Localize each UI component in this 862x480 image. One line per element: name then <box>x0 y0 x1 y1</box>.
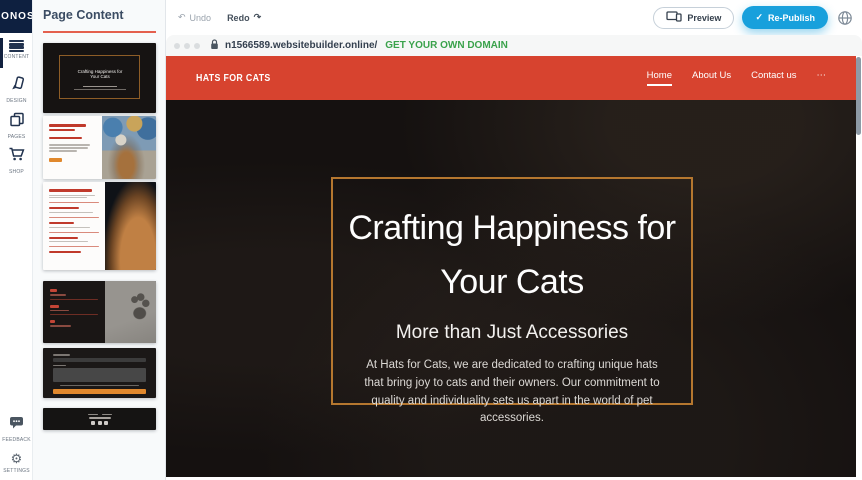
canvas-scrollbar[interactable] <box>856 57 861 135</box>
preview-button[interactable]: Preview <box>653 7 734 29</box>
sidebar-item-label: PAGES <box>8 134 26 140</box>
sidebar-item-label: FEEDBACK <box>2 437 31 443</box>
lock-icon <box>210 37 219 55</box>
republish-button[interactable]: ✓ Re-Publish <box>742 6 828 29</box>
panel-title-underline <box>43 31 156 33</box>
sidebar-item-label: CONTENT <box>4 54 30 60</box>
sidebar-item-pages[interactable]: PAGES <box>0 112 33 140</box>
site-url: n1566589.websitebuilder.online/ <box>225 40 377 51</box>
ionos-logo: IONOS <box>0 0 32 33</box>
settings-gear-icon: ⚙ <box>11 452 23 466</box>
panel-title: Page Content <box>43 8 124 22</box>
mini-hero-border: Crafting Happiness for Your Cats <box>59 55 140 99</box>
mini-hero-body-bar <box>74 89 126 90</box>
language-globe-icon[interactable] <box>836 9 854 27</box>
main-sidebar: IONOS CONTENT DESIGN PAGES <box>0 0 33 480</box>
section-thumbnail-contact-form[interactable] <box>43 348 156 398</box>
shop-cart-icon <box>8 146 25 167</box>
sidebar-item-shop[interactable]: SHOP <box>0 146 33 175</box>
section-thumbnail-collection[interactable] <box>43 182 156 270</box>
sidebar-item-label: SHOP <box>9 169 24 175</box>
check-icon: ✓ <box>755 12 763 23</box>
editor-toolbar: ↶ Undo Redo ↷ Preview <box>166 0 862 35</box>
site-logo[interactable]: HATS FOR CATS <box>196 73 271 84</box>
sidebar-item-label: SETTINGS <box>3 468 30 474</box>
paw-print-photo <box>105 281 156 343</box>
section-thumbnail-hero[interactable]: Crafting Happiness for Your Cats <box>43 43 156 113</box>
nav-link-about[interactable]: About Us <box>692 70 731 86</box>
design-icon <box>9 76 25 96</box>
devices-icon <box>666 11 682 24</box>
mini-button <box>49 158 62 163</box>
section-thumbnail-footer[interactable] <box>43 408 156 430</box>
mini-social-icons <box>91 421 108 425</box>
hero-body-text[interactable]: At Hats for Cats, we are dedicated to cr… <box>333 357 691 428</box>
site-canvas[interactable]: HATS FOR CATS Home About Us Contact us ⋯… <box>166 56 856 477</box>
mini-hero-subtitle-bar <box>83 86 117 88</box>
hero-title[interactable]: Crafting Happiness for Your Cats <box>348 201 675 309</box>
content-icon <box>9 40 24 52</box>
website-builder-app: IONOS CONTENT DESIGN PAGES <box>0 0 862 480</box>
nav-link-home[interactable]: Home <box>647 70 672 86</box>
mini-hero-title: Crafting Happiness for Your Cats <box>60 69 139 79</box>
window-control-dots <box>174 43 200 49</box>
hero-bordered-box[interactable]: Crafting Happiness for Your Cats More th… <box>331 177 693 405</box>
mini-textarea <box>53 368 146 382</box>
section-thumbnail-intro[interactable] <box>43 116 156 179</box>
pages-icon <box>9 112 25 132</box>
section-thumbnail-stats[interactable] <box>43 281 156 343</box>
sidebar-item-label: DESIGN <box>6 98 26 104</box>
page-content-panel: Page Content Crafting Happiness for Your… <box>33 0 166 480</box>
sidebar-item-content[interactable]: CONTENT <box>0 40 33 60</box>
site-nav: Home About Us Contact us ⋯ <box>647 70 826 86</box>
get-domain-link[interactable]: GET YOUR OWN DOMAIN <box>385 40 508 51</box>
mini-submit-button <box>53 389 146 394</box>
mini-input <box>53 358 146 362</box>
undo-icon: ↶ <box>178 12 186 23</box>
nav-link-contact[interactable]: Contact us <box>751 70 796 86</box>
nav-more-ellipsis[interactable]: ⋯ <box>817 70 827 86</box>
hero-subtitle[interactable]: More than Just Accessories <box>396 322 628 344</box>
redo-icon: ↷ <box>254 12 262 23</box>
tabby-cat-photo <box>105 182 156 270</box>
redo-button[interactable]: Redo ↷ <box>227 12 261 23</box>
hero-section[interactable]: Crafting Happiness for Your Cats More th… <box>166 100 856 477</box>
sidebar-item-feedback[interactable]: FEEDBACK <box>0 415 33 443</box>
preview-url-bar: n1566589.websitebuilder.online/ GET YOUR… <box>166 35 862 56</box>
sidebar-item-settings[interactable]: ⚙ SETTINGS <box>0 452 33 474</box>
editor-main: ↶ Undo Redo ↷ Preview <box>166 0 862 480</box>
undo-button[interactable]: ↶ Undo <box>178 12 211 23</box>
street-cat-photo <box>102 116 156 179</box>
feedback-icon <box>8 415 25 435</box>
sidebar-item-design[interactable]: DESIGN <box>0 76 33 104</box>
site-header[interactable]: HATS FOR CATS Home About Us Contact us ⋯ <box>166 56 856 100</box>
